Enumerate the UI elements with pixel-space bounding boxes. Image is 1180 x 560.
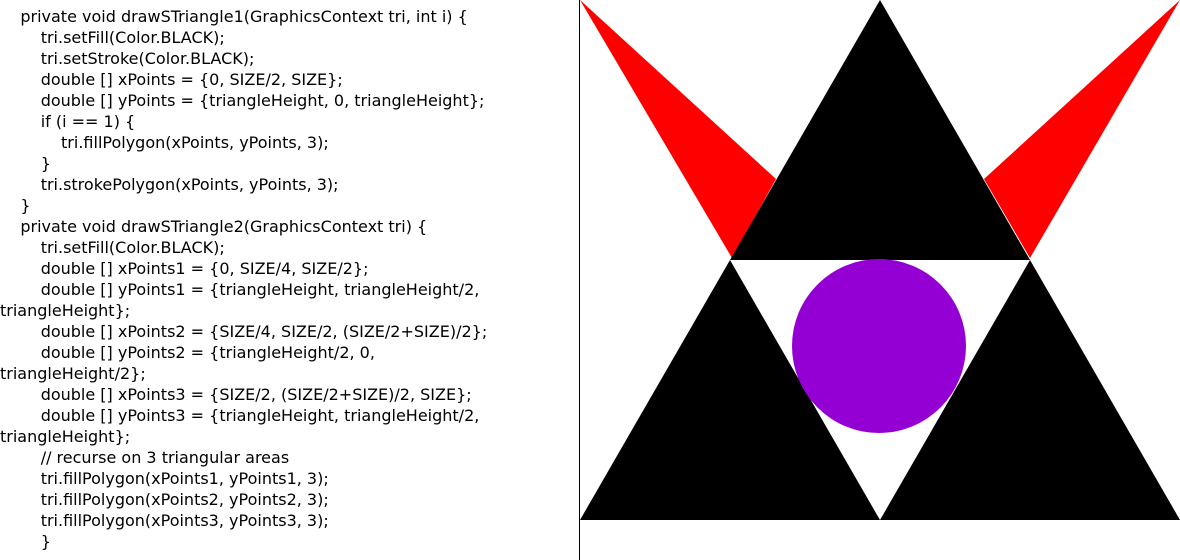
code-line: private void drawSTriangle2(GraphicsCont… xyxy=(0,217,428,236)
code-line: tri.strokePolygon(xPoints, yPoints, 3); xyxy=(0,175,339,194)
code-line: } xyxy=(0,532,51,551)
code-line: double [] yPoints3 = {triangleHeight, tr… xyxy=(0,406,480,425)
code-line: } xyxy=(0,154,51,173)
code-line: triangleHeight}; xyxy=(0,301,131,320)
code-line: double [] yPoints1 = {triangleHeight, tr… xyxy=(0,280,480,299)
left-red-spike xyxy=(580,0,776,258)
code-line: triangleHeight/2}; xyxy=(0,364,146,383)
code-line: tri.setFill(Color.BLACK); xyxy=(0,28,225,47)
code-line: tri.fillPolygon(xPoints3, yPoints3, 3); xyxy=(0,511,329,530)
top-black-triangle xyxy=(730,0,1030,260)
code-line: tri.fillPolygon(xPoints, yPoints, 3); xyxy=(0,133,329,152)
code-line: tri.setFill(Color.BLACK); xyxy=(0,238,225,257)
code-line: double [] xPoints = {0, SIZE/2, SIZE}; xyxy=(0,70,343,89)
code-line: double [] xPoints2 = {SIZE/4, SIZE/2, (S… xyxy=(0,322,488,341)
triangle-drawing xyxy=(580,0,1180,520)
code-line: tri.fillPolygon(xPoints1, yPoints1, 3); xyxy=(0,469,329,488)
triangle-canvas xyxy=(580,0,1180,560)
code-line: double [] xPoints1 = {0, SIZE/4, SIZE/2}… xyxy=(0,259,369,278)
code-line: double [] xPoints3 = {SIZE/2, (SIZE/2+SI… xyxy=(0,385,472,404)
code-line: double [] yPoints2 = {triangleHeight/2, … xyxy=(0,343,375,362)
code-line: tri.fillPolygon(xPoints2, yPoints2, 3); xyxy=(0,490,329,509)
purple-circle xyxy=(792,259,966,433)
code-line: tri.setStroke(Color.BLACK); xyxy=(0,49,255,68)
code-line: private void drawSTriangle1(GraphicsCont… xyxy=(0,7,468,26)
right-red-spike xyxy=(984,0,1180,258)
code-panel: private void drawSTriangle1(GraphicsCont… xyxy=(0,0,579,560)
code-line: triangleHeight}; xyxy=(0,427,131,446)
code-line: double [] yPoints = {triangleHeight, 0, … xyxy=(0,91,485,110)
code-line: } xyxy=(0,196,31,215)
code-line: if (i == 1) { xyxy=(0,112,136,131)
code-line: // recurse on 3 triangular areas xyxy=(0,448,290,467)
